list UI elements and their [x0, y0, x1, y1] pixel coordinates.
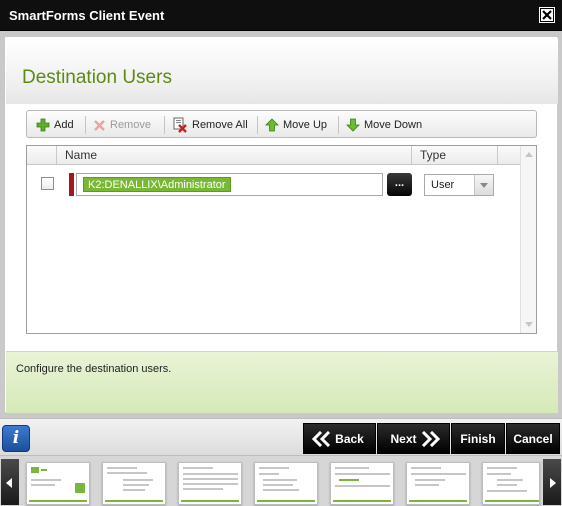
- finish-button[interactable]: Finish: [451, 423, 505, 454]
- remove-x-icon: [94, 119, 105, 131]
- cancel-label: Cancel: [513, 431, 553, 446]
- header-band: Destination Users: [6, 38, 558, 104]
- next-label: Next: [390, 431, 417, 446]
- step-thumbnail[interactable]: [254, 462, 318, 505]
- move-down-label: Move Down: [364, 119, 423, 131]
- wizard-step-strip: [0, 455, 562, 506]
- step-thumbnail[interactable]: [330, 462, 394, 505]
- step-thumbnail[interactable]: [178, 462, 242, 505]
- users-toolbar: Add Remove Remove All Move Up Move Down: [26, 110, 537, 138]
- remove-all-button[interactable]: Remove All: [172, 116, 248, 134]
- toolbar-separator: [338, 116, 339, 134]
- help-area: Configure the destination users.: [6, 351, 558, 413]
- help-text: Configure the destination users.: [16, 363, 172, 375]
- title-bar: SmartForms Client Event: [0, 0, 562, 31]
- move-down-button[interactable]: Move Down: [346, 116, 422, 134]
- window-title: SmartForms Client Event: [9, 8, 165, 23]
- row-checkbox[interactable]: [41, 177, 54, 190]
- browse-button[interactable]: ...: [387, 173, 412, 196]
- arrow-down-icon: [346, 118, 360, 132]
- step-thumbnail[interactable]: [406, 462, 470, 505]
- add-label: Add: [54, 119, 74, 131]
- chevron-right-icon[interactable]: [543, 459, 561, 505]
- remove-label: Remove: [110, 119, 151, 131]
- double-chevron-right-icon: [421, 430, 440, 447]
- column-header-type[interactable]: Type: [412, 146, 498, 164]
- scroll-up-icon[interactable]: [525, 152, 533, 157]
- column-header-name[interactable]: Name: [57, 146, 412, 164]
- required-marker: [69, 173, 74, 196]
- wizard-panel: Destination Users Add Remove Remove All: [4, 36, 558, 413]
- name-field[interactable]: K2:DENALLIX\Administrator: [76, 173, 383, 196]
- back-button[interactable]: Back: [303, 423, 376, 454]
- finish-label: Finish: [460, 431, 496, 446]
- plus-icon: [36, 118, 50, 132]
- back-label: Back: [335, 431, 364, 446]
- step-thumbnail[interactable]: [482, 462, 540, 505]
- type-select[interactable]: User: [424, 174, 494, 196]
- page-title: Destination Users: [22, 67, 172, 88]
- grid-header: Name Type: [27, 146, 520, 165]
- toolbar-separator: [164, 116, 165, 134]
- user-token[interactable]: K2:DENALLIX\Administrator: [83, 177, 231, 192]
- select-column-header: [27, 146, 57, 164]
- add-button[interactable]: Add: [36, 116, 74, 134]
- scroll-down-icon[interactable]: [525, 322, 533, 327]
- type-select-value: User: [431, 179, 455, 191]
- step-thumbnail[interactable]: [102, 462, 166, 505]
- wizard-footer: i Back Next Finish Cancel: [0, 418, 562, 455]
- double-chevron-left-icon: [312, 430, 331, 447]
- move-up-button[interactable]: Move Up: [265, 116, 327, 134]
- arrow-up-icon: [265, 118, 279, 132]
- next-button[interactable]: Next: [377, 423, 450, 454]
- close-icon[interactable]: [539, 7, 555, 23]
- info-button[interactable]: i: [2, 425, 30, 452]
- chevron-left-icon[interactable]: [1, 459, 19, 505]
- destination-users-grid: Name Type K2:DENALLIX\Administrator ... …: [26, 145, 537, 334]
- remove-button[interactable]: Remove: [93, 116, 151, 134]
- cancel-button[interactable]: Cancel: [506, 423, 560, 454]
- toolbar-separator: [85, 116, 86, 134]
- toolbar-separator: [257, 116, 258, 134]
- grid-scrollbar[interactable]: [520, 146, 536, 333]
- chevron-down-icon[interactable]: [474, 175, 493, 195]
- step-thumbnail[interactable]: [26, 462, 90, 505]
- move-up-label: Move Up: [283, 119, 328, 131]
- remove-all-label: Remove All: [192, 119, 248, 131]
- remove-all-icon: [173, 117, 187, 133]
